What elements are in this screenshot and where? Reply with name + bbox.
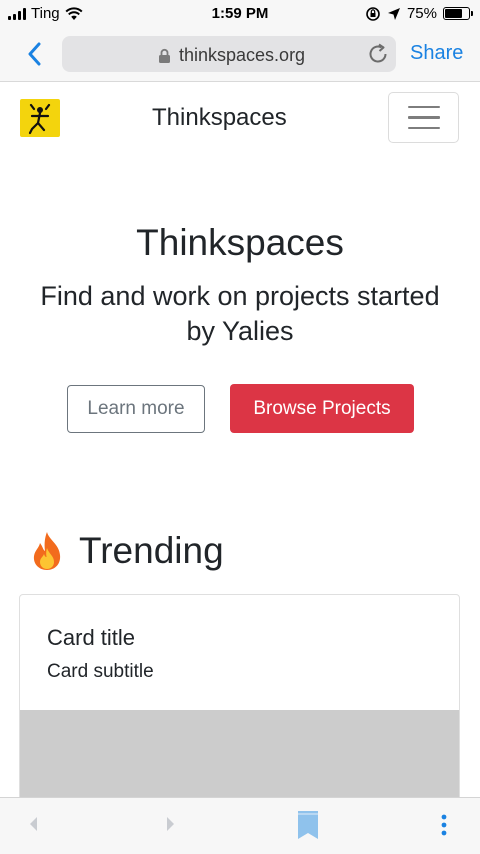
address-bar[interactable]: thinkspaces.org (62, 36, 396, 72)
share-button[interactable]: Share (410, 42, 463, 65)
trending-heading: Trending (29, 530, 224, 572)
browser-back-button[interactable] (22, 40, 46, 68)
hero-subtitle: Find and work on projects started by Yal… (40, 281, 440, 346)
battery-percent: 75% (406, 5, 437, 22)
forward-arrow-icon (167, 817, 174, 831)
browser-bottom-toolbar (0, 797, 480, 854)
reload-icon[interactable] (366, 42, 390, 66)
hero-title: Thinkspaces (136, 222, 344, 263)
back-arrow-icon (30, 817, 37, 831)
navbar-brand[interactable]: Thinkspaces (152, 104, 287, 132)
site-logo[interactable] (20, 99, 60, 137)
chevron-left-icon (28, 42, 41, 66)
fire-icon (33, 532, 61, 570)
more-icon (441, 814, 447, 836)
hamburger-line (407, 116, 440, 119)
url-text: thinkspaces.org (179, 45, 306, 65)
menu-toggle-button[interactable] (388, 92, 459, 143)
back-nav-button[interactable] (26, 812, 40, 841)
browser-toolbar: thinkspaces.org Share (0, 28, 480, 82)
forward-nav-button[interactable] (164, 812, 178, 841)
status-right: 75% (365, 5, 473, 22)
site-navbar: Thinkspaces (0, 83, 480, 157)
hamburger-line (407, 105, 440, 109)
more-options-button[interactable] (438, 813, 450, 844)
status-bar: Ting 1:59 PM 75% (0, 0, 480, 28)
card-title: Card title (47, 625, 136, 650)
battery-icon (443, 7, 473, 20)
project-card[interactable]: Card title Card subtitle (19, 594, 460, 824)
bookmark-icon (298, 811, 318, 839)
card-subtitle: Card subtitle (47, 661, 154, 682)
trending-title: Trending (79, 530, 224, 571)
rotation-lock-icon (366, 6, 380, 21)
logo-figure-icon (28, 103, 51, 135)
hamburger-line (407, 126, 440, 130)
location-icon (387, 7, 400, 20)
learn-more-button[interactable]: Learn more (67, 385, 205, 433)
lock-icon (159, 48, 170, 63)
browse-projects-button[interactable]: Browse Projects (230, 384, 414, 433)
battery-fill (445, 9, 463, 18)
bookmarks-button[interactable] (296, 809, 320, 846)
